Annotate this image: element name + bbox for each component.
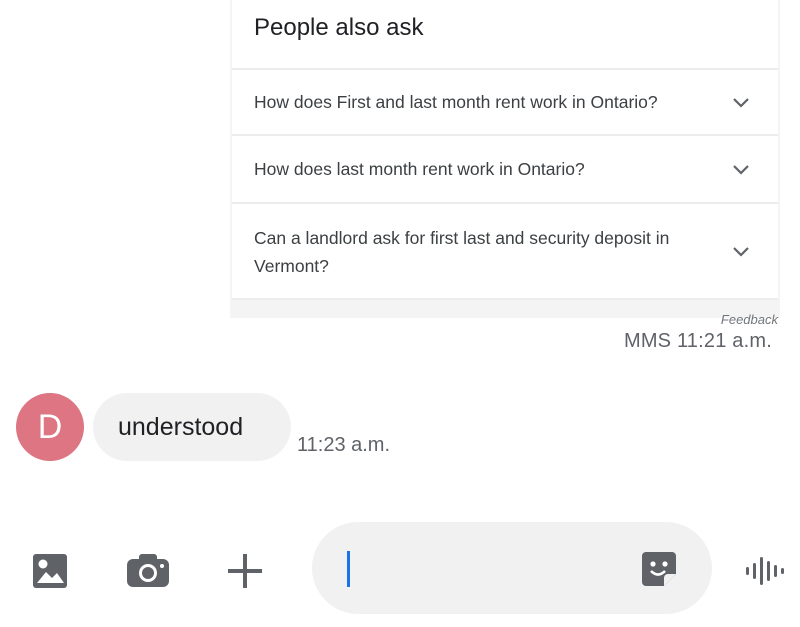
gallery-icon	[33, 554, 67, 588]
paa-question-text: How does First and last month rent work …	[254, 92, 658, 112]
gallery-button[interactable]	[27, 548, 73, 594]
people-also-ask-panel: People also ask How does First and last …	[232, 0, 778, 300]
paa-question-text: How does last month rent work in Ontario…	[254, 159, 585, 179]
compose-bar	[0, 518, 800, 627]
text-cursor	[347, 551, 350, 587]
camera-button[interactable]	[124, 548, 172, 594]
chevron-down-icon	[733, 247, 749, 257]
paa-question-text: Can a landlord ask for first last and se…	[254, 228, 670, 276]
chevron-down-icon	[733, 165, 749, 175]
paa-question-3[interactable]: Can a landlord ask for first last and se…	[232, 204, 778, 298]
mms-timestamp: MMS 11:21 a.m.	[623, 330, 772, 352]
add-attachment-button[interactable]	[222, 548, 268, 594]
sticker-icon	[642, 552, 676, 586]
feedback-link[interactable]: Feedback	[721, 312, 778, 327]
divider	[232, 298, 778, 300]
avatar[interactable]: D	[16, 393, 84, 461]
message-bubble[interactable]: understood	[93, 393, 291, 461]
message-input[interactable]	[352, 546, 636, 592]
plus-icon	[228, 554, 262, 588]
messages-screen: People also ask How does First and last …	[0, 0, 800, 627]
camera-icon	[127, 554, 169, 587]
message-timestamp: 11:23 a.m.	[297, 434, 391, 456]
paa-question-1[interactable]: How does First and last month rent work …	[232, 70, 778, 134]
paa-question-2[interactable]: How does last month rent work in Ontario…	[232, 136, 778, 202]
mms-image-attachment[interactable]: People also ask How does First and last …	[230, 0, 780, 318]
paa-title: People also ask	[254, 14, 424, 41]
chevron-down-icon	[733, 98, 749, 108]
message-compose-field[interactable]	[312, 522, 712, 614]
sticker-button[interactable]	[638, 548, 680, 590]
voice-icon	[746, 557, 784, 585]
voice-message-button[interactable]	[740, 548, 790, 594]
